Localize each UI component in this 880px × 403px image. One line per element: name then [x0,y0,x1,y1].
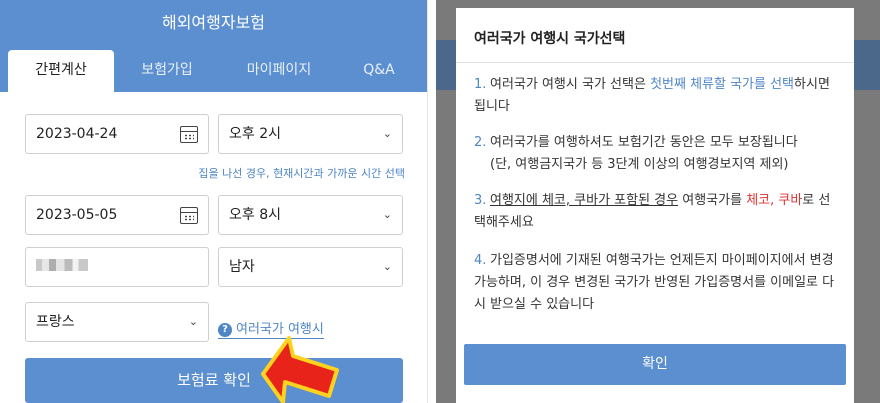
chevron-down-icon: ⌄ [382,208,392,221]
start-date-field[interactable]: 2023-04-24 [25,114,209,154]
item-text: 여러국가를 여행하셔도 보험기간 동안은 모두 보장됩니다 [490,135,798,150]
start-date-value: 2023-04-24 [36,126,118,142]
item-number: 1. [474,77,487,92]
calendar-icon[interactable] [180,207,198,224]
item-text: (단, 여행금지국가 등 3단계 이상의 여행경보지역 제외) [490,157,789,172]
masked-value [36,259,88,271]
page-title: 해외여행자보험 [0,0,427,46]
calculator-panel: 해외여행자보험 간편계산 보험가입 마이페이지 Q&A 2023-04-24 오… [0,0,428,403]
start-time-value: 오후 2시 [229,126,281,142]
item-underline: 여행지에 체코, 쿠바가 포함된 경우 [490,193,679,208]
item-text: 여행국가를 [678,193,747,208]
tab-qna[interactable]: Q&A [338,50,420,92]
chevron-down-icon: ⌄ [382,260,392,273]
time-hint: 집을 나선 경우, 현재시간과 가까운 시간 선택 [198,167,405,180]
item-text: 여러국가 여행시 국가 선택은 [490,77,651,92]
tab-signup[interactable]: 보험가입 [114,50,220,92]
end-date-field[interactable]: 2023-05-05 [25,195,209,235]
modal-item-1: 1. 여러국가 여행시 국가 선택은 첫번째 체류할 국가를 선택하시면 됩니다 [474,74,839,118]
tab-mypage[interactable]: 마이페이지 [220,50,338,92]
item-number: 2. [474,135,487,150]
end-time-value: 오후 8시 [229,207,281,223]
item-highlight: 첫번째 체류할 국가를 선택 [650,77,795,92]
chevron-down-icon: ⌄ [382,127,392,140]
calendar-icon[interactable] [180,126,198,143]
tab-quick-calc[interactable]: 간편계산 [8,50,114,92]
item-number: 3. [474,193,487,208]
divider [456,62,854,63]
chevron-down-icon: ⌄ [188,315,198,328]
item-text: 가입증명서에 기재된 여행국가는 언제든지 마이페이지에서 변경 가능하며, 이… [474,253,835,312]
gender-select[interactable]: 남자 ⌄ [218,247,403,287]
modal-item-3: 3. 여행지에 체코, 쿠바가 포함된 경우 여행국가를 체코, 쿠바로 선택해주… [474,190,839,234]
country-select[interactable]: 프랑스 ⌄ [25,302,209,342]
country-value: 프랑스 [36,314,75,330]
red-arrow-icon [261,336,339,403]
tab-bar: 간편계산 보험가입 마이페이지 Q&A [0,46,427,92]
modal-item-4: 4. 가입증명서에 기재된 여행국가는 언제든지 마이페이지에서 변경 가능하며,… [474,250,839,316]
item-warning: 체코, 쿠바 [746,193,803,208]
multi-country-modal: 여러국가 여행시 국가선택 1. 여러국가 여행시 국가 선택은 첫번째 체류할 … [456,8,854,403]
end-date-value: 2023-05-05 [36,207,118,223]
start-time-select[interactable]: 오후 2시 ⌄ [218,114,403,154]
confirm-button[interactable]: 확인 [464,344,846,385]
modal-title: 여러국가 여행시 국가선택 [474,31,626,47]
question-circle-icon: ? [218,323,232,337]
check-premium-button[interactable]: 보험료 확인 [25,358,403,403]
gender-value: 남자 [229,259,255,275]
end-time-select[interactable]: 오후 8시 ⌄ [218,195,403,235]
item-number: 4. [474,253,487,268]
modal-item-2: 2. 여러국가를 여행하셔도 보험기간 동안은 모두 보장됩니다 (단, 여행금지… [474,132,839,176]
